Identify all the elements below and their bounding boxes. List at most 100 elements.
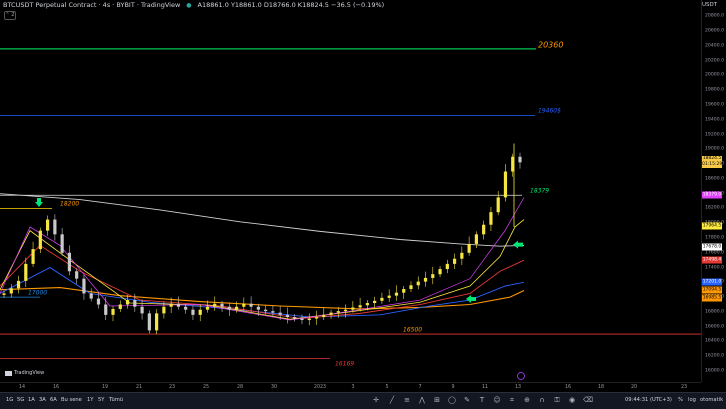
lock-icon[interactable]: ⚿: [553, 396, 561, 404]
ma-5-line: [0, 197, 525, 321]
time-tick: 9: [451, 385, 455, 390]
candle-body: [147, 313, 151, 331]
time-tick: 16: [52, 385, 60, 390]
candle-body: [518, 156, 522, 163]
crosshair-icon[interactable]: ✛: [372, 396, 380, 404]
percent-toggle[interactable]: %: [678, 397, 683, 403]
price-tick: 17800.0: [705, 235, 724, 241]
pattern-icon[interactable]: ⋀: [418, 396, 426, 404]
time-tick: 21: [135, 385, 143, 390]
hide-icon[interactable]: ◉: [568, 396, 576, 404]
zoom-icon[interactable]: ⊕: [523, 396, 531, 404]
candle-body: [314, 317, 319, 319]
candle-body: [489, 212, 493, 225]
candle-body: [365, 303, 369, 306]
level-label: 18200: [60, 200, 80, 208]
time-tick: 14: [18, 385, 26, 390]
candle-body: [176, 303, 181, 307]
timeframe-button[interactable]: 5G: [17, 397, 24, 403]
candle-body: [271, 311, 275, 313]
timeframe-button[interactable]: Bu sene: [61, 397, 82, 403]
green-arrow-icon: [513, 240, 523, 249]
candle-body: [140, 306, 144, 314]
time-tick: 7: [418, 385, 422, 390]
time-tick: 3: [351, 385, 355, 390]
candle-body: [53, 219, 57, 235]
symbol-title[interactable]: BTCUSDT Perpetual Contract · 4s · BYBIT …: [3, 1, 180, 9]
candle-body: [402, 288, 406, 293]
prediction-icon[interactable]: ⊞: [433, 396, 441, 404]
candle-body: [191, 309, 195, 315]
candle-body: [220, 303, 224, 307]
level-label: 20360: [538, 40, 564, 50]
candle-body: [82, 278, 86, 294]
candle-body: [496, 197, 500, 213]
shapes-icon[interactable]: ◯: [448, 396, 456, 404]
timeframe-button[interactable]: 1A: [28, 397, 35, 403]
candle-body: [67, 252, 72, 272]
price-tick: 16000.0: [705, 368, 724, 374]
tradingview-logo-text: TradingView: [14, 370, 45, 376]
candle-body: [9, 288, 13, 294]
level-label: 17000: [28, 289, 48, 297]
candle-body: [60, 234, 64, 253]
candle-body: [24, 263, 28, 281]
time-tick: 2023: [313, 385, 327, 390]
price-chart[interactable]: [0, 0, 701, 382]
log-toggle[interactable]: log: [688, 397, 696, 403]
time-tick: 18: [597, 385, 605, 390]
level-label: 18379: [530, 187, 550, 195]
tradingview-logo[interactable]: TradingView: [5, 370, 44, 376]
candle-body: [96, 298, 101, 305]
price-tag: 17678.0: [702, 243, 722, 251]
candle-body: [503, 171, 508, 198]
magnet-icon[interactable]: ∩: [538, 396, 546, 404]
candle-body: [278, 312, 282, 315]
price-tick: 16600.0: [705, 324, 724, 330]
fib-icon[interactable]: ≡: [403, 396, 411, 404]
candle-body: [227, 306, 231, 310]
timeframe-button[interactable]: Tümü: [109, 397, 123, 403]
clock-display[interactable]: 09:44:31 (UTC+3): [625, 397, 672, 403]
candle-body: [155, 313, 159, 331]
timeframe-button[interactable]: 6A: [50, 397, 57, 403]
level-label: 19460$: [538, 107, 561, 115]
timeframe-button[interactable]: 5Y: [98, 397, 104, 403]
timeframe-button[interactable]: 1Y: [87, 397, 93, 403]
auto-toggle[interactable]: otomatik: [700, 397, 723, 403]
candle-body: [242, 303, 246, 307]
price-tick: 19400.0: [705, 117, 724, 123]
candle-body: [445, 263, 449, 270]
price-tick: 20200.0: [705, 58, 724, 64]
timeframe-button[interactable]: 3A: [39, 397, 46, 403]
price-tag: 17094.5: [702, 286, 722, 294]
price-tick: 17400.0: [705, 265, 724, 271]
timeframe-button[interactable]: 1G: [6, 397, 13, 403]
price-tick: 19000.0: [705, 146, 724, 152]
text-icon[interactable]: T: [478, 396, 486, 404]
candle-body: [75, 271, 79, 279]
time-tick: 30: [270, 385, 278, 390]
price-tick: 20000.0: [705, 72, 724, 78]
price-tick: 16200.0: [705, 353, 724, 359]
brush-icon[interactable]: ✎: [463, 396, 471, 404]
candle-body: [322, 314, 326, 318]
candle-body: [467, 243, 471, 253]
measure-icon[interactable]: ⌗: [508, 396, 516, 404]
time-tick: 11: [481, 385, 489, 390]
event-marker-icon: [517, 372, 525, 380]
trash-icon[interactable]: ⌫: [583, 396, 593, 404]
trend-line-icon[interactable]: ╱: [388, 396, 396, 404]
time-tick: 23: [168, 385, 176, 390]
price-tick: 18200.0: [705, 205, 724, 211]
candle-body: [452, 258, 457, 264]
candle-body: [89, 293, 93, 299]
candle-body: [474, 234, 478, 244]
icons-icon[interactable]: ☺: [493, 396, 501, 404]
candle-body: [169, 303, 173, 307]
level-label: 16169: [335, 360, 355, 367]
candle-body: [423, 277, 428, 282]
candle-body: [16, 280, 21, 289]
indicators-collapse-button[interactable]: ⌃ 2: [4, 11, 16, 20]
candle-body: [416, 281, 420, 286]
